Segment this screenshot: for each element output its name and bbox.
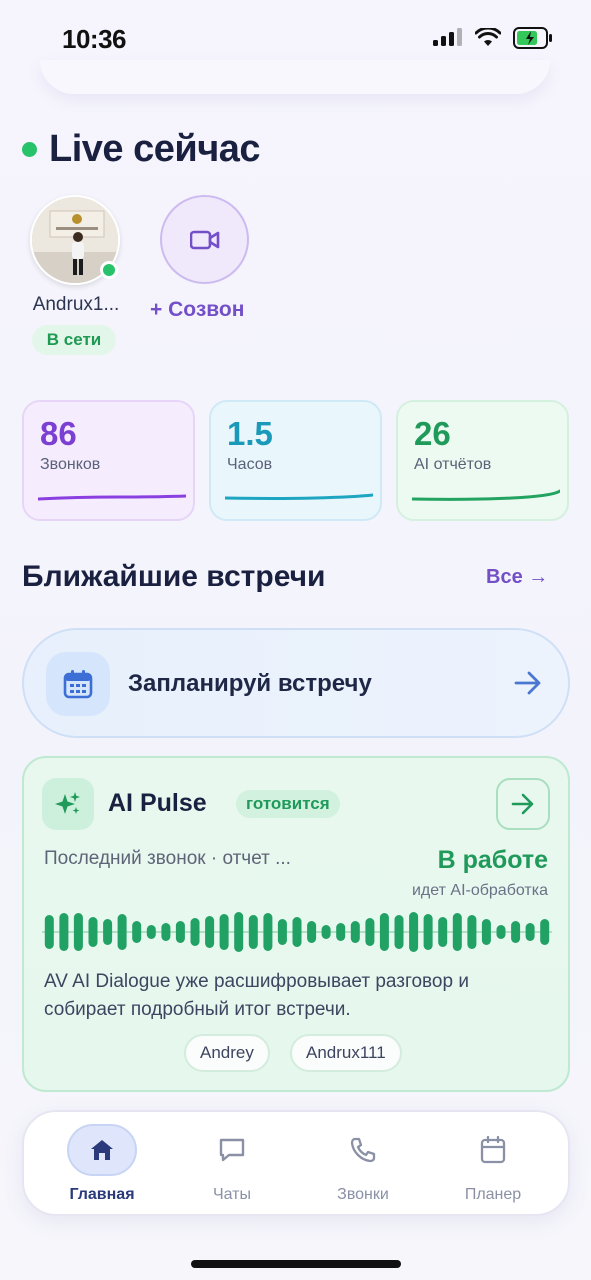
waveform-bar	[88, 917, 98, 947]
tab-label: Звонки	[337, 1186, 389, 1203]
tab-home[interactable]: Главная	[42, 1124, 162, 1208]
status-icons	[433, 27, 553, 49]
waveform-bar	[132, 921, 142, 943]
waveform-bar	[175, 921, 185, 943]
waveform-bar	[103, 919, 113, 945]
sparkle-icon	[55, 792, 80, 814]
participant-chip[interactable]: Andrux111	[290, 1034, 402, 1072]
stat-sparkline	[412, 489, 560, 501]
processing-substate: идет AI-обработка	[411, 882, 548, 899]
waveform-bar	[234, 912, 244, 952]
schedule-meeting-button[interactable]: Запланируй встречу	[22, 628, 570, 738]
waveform-bar	[321, 925, 331, 939]
home-icon	[67, 1124, 137, 1176]
tab-label: Главная	[69, 1186, 135, 1203]
tab-label: Планер	[464, 1186, 522, 1203]
waveform-bar	[438, 917, 448, 947]
live-indicator-dot	[22, 142, 37, 157]
stat-sparkline	[225, 493, 373, 500]
waveform-bar	[44, 915, 54, 949]
calendar-badge	[46, 652, 110, 716]
stat-label: Звонков	[40, 456, 101, 473]
waveform-bar	[117, 914, 127, 950]
stat-card-hours[interactable]: 1.5 Часов	[209, 400, 382, 521]
wifi-icon	[475, 28, 501, 46]
waveform-bar	[423, 914, 433, 950]
ai-pulse-description: AV AI Dialogue уже расшифровывает разгов…	[44, 971, 469, 1020]
stat-label: AI отчётов	[414, 456, 492, 473]
waveform-bar	[336, 923, 346, 941]
phone-icon	[328, 1124, 398, 1176]
waveform-bar	[219, 914, 229, 950]
ai-pulse-card[interactable]: AI Pulse готовится Последний звонок · от…	[22, 756, 570, 1092]
waveform-bar	[379, 913, 389, 951]
schedule-meeting-label: Запланируй встречу	[128, 670, 372, 697]
home-indicator	[191, 1260, 401, 1268]
tab-calls[interactable]: Звонки	[303, 1124, 423, 1208]
waveform-bar	[525, 923, 535, 941]
waveform-bar	[292, 917, 302, 947]
status-time: 10:36	[62, 24, 127, 54]
tab-chats[interactable]: Чаты	[172, 1124, 292, 1208]
new-call-label[interactable]: + Созвон	[150, 298, 244, 322]
waveform-bar	[277, 919, 287, 945]
waveform-bar	[350, 921, 360, 943]
waveform-bar	[248, 915, 258, 949]
top-card-edge	[40, 60, 550, 94]
waveform-bar	[59, 913, 69, 951]
stat-card-calls[interactable]: 86 Звонков	[22, 400, 195, 521]
calendar-icon	[63, 670, 93, 699]
last-call-label: Последний звонок · отчет ...	[44, 848, 291, 869]
tab-label: Чаты	[212, 1186, 252, 1203]
waveform-bar	[511, 921, 521, 943]
stat-card-ai-reports[interactable]: 26 AI отчётов	[396, 400, 569, 521]
audio-waveform	[42, 912, 552, 952]
stat-value: 26	[414, 415, 451, 452]
waveform-bar	[263, 913, 273, 951]
waveform-bar	[496, 925, 506, 939]
chat-icon	[197, 1124, 267, 1176]
stat-sparkline	[38, 494, 186, 501]
waveform-bar	[190, 918, 200, 946]
contact-name: Andrux1...	[32, 294, 120, 315]
contact-avatar[interactable]	[30, 195, 120, 285]
stat-value: 86	[40, 415, 77, 452]
stat-label: Часов	[227, 456, 273, 473]
online-status-badge: В сети	[32, 325, 116, 355]
ai-pulse-open-button[interactable]	[496, 778, 550, 830]
waveform-bar	[481, 919, 491, 945]
online-status-dot	[100, 261, 118, 279]
tab-planner[interactable]: Планер	[433, 1124, 553, 1208]
waveform-bar	[205, 916, 215, 948]
battery-icon	[513, 27, 552, 49]
waveform-bar	[365, 918, 375, 946]
video-camera-icon	[189, 230, 219, 249]
waveform-bar	[161, 923, 171, 941]
waveform-bar	[452, 913, 462, 951]
waveform-bar	[467, 915, 477, 949]
calendar-icon	[458, 1124, 528, 1176]
waveform-bar	[73, 913, 83, 951]
signal-icon	[433, 28, 462, 46]
arrow-right-icon	[511, 793, 534, 815]
new-call-button[interactable]	[160, 195, 249, 284]
participant-chip[interactable]: Andrey	[184, 1034, 270, 1072]
live-header: Live сейчас	[22, 128, 261, 171]
bottom-tab-bar: Главная Чаты Звонки Планер	[22, 1110, 570, 1216]
arrow-right-icon	[514, 671, 541, 695]
see-all-link[interactable]: Все →	[486, 566, 548, 589]
sparkle-badge	[42, 778, 94, 830]
waveform-bar	[409, 912, 419, 952]
ai-pulse-status-badge: готовится	[236, 790, 340, 818]
waveform-bar	[394, 915, 404, 949]
waveform-bar	[540, 919, 550, 945]
live-title: Live сейчас	[49, 128, 261, 170]
ai-pulse-title: AI Pulse	[108, 789, 207, 817]
waveform-bar	[146, 925, 156, 939]
stat-value: 1.5	[227, 415, 273, 452]
meetings-section-title: Ближайшие встречи	[22, 560, 326, 593]
processing-state: В работе	[437, 846, 548, 874]
waveform-bar	[307, 921, 317, 943]
